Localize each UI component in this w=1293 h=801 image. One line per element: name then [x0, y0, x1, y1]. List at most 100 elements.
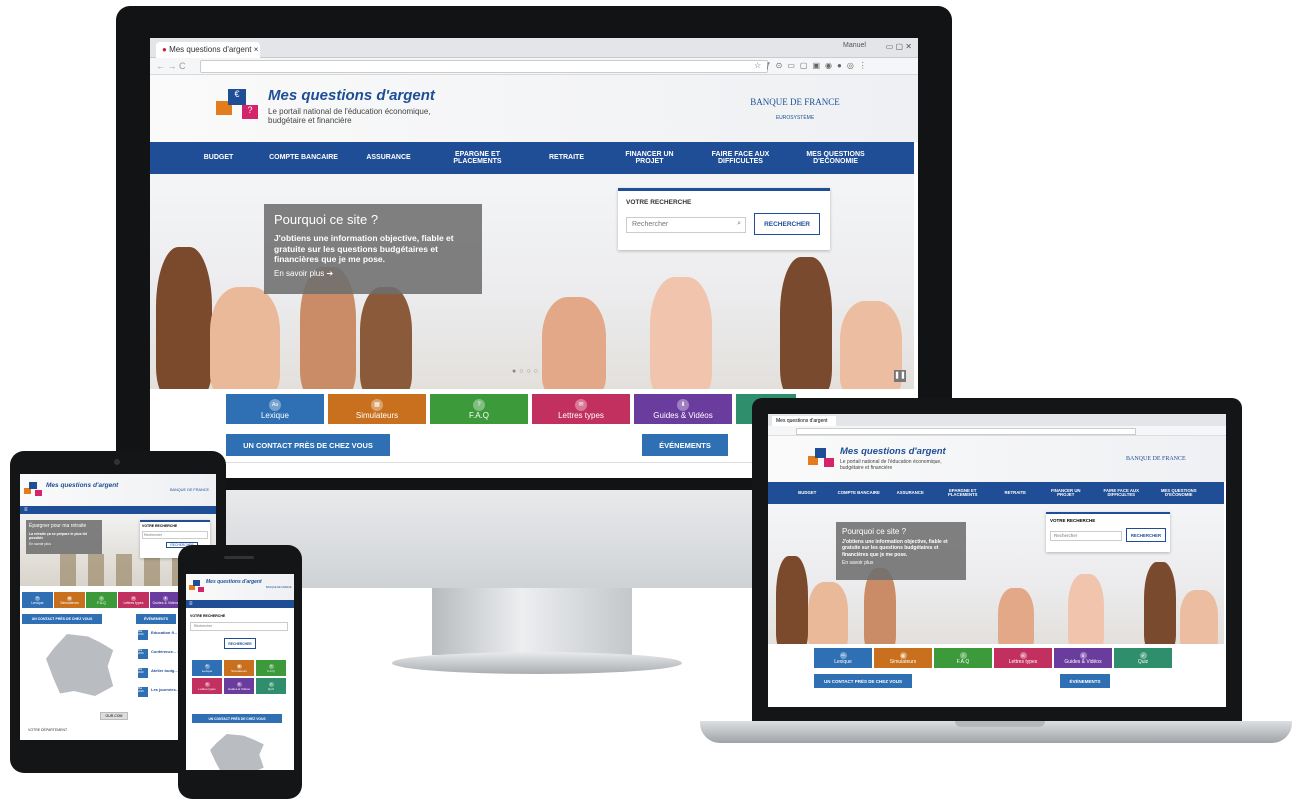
tile-lettres[interactable]: ✉ Lettres types	[532, 394, 630, 424]
phone-hamburger-icon[interactable]: ≡	[189, 601, 193, 607]
bank-logo[interactable]: BANQUE DE FRANCE EUROSYSTÈME	[740, 97, 850, 121]
nav-item-retraite[interactable]: RETRAITE	[528, 154, 605, 161]
browser-toolbar: ← → C ☆ƒ⊙▭▢▣◉●◎⋮	[150, 58, 918, 75]
laptop-tile-lexique[interactable]: Aa Lexique	[814, 648, 872, 668]
nav-item-budget[interactable]: BUDGET	[180, 154, 257, 161]
phone-logo-icon[interactable]	[189, 580, 205, 594]
laptop-letter-icon: ✉	[1019, 651, 1027, 659]
laptop-nav-assurance[interactable]: ASSURANCE	[887, 490, 934, 496]
laptop-tile-simulateurs[interactable]: ▦ Simulateurs	[874, 648, 932, 668]
bank-sub: EUROSYSTÈME	[775, 115, 815, 121]
tile-faq[interactable]: ? F.A.Q	[430, 394, 528, 424]
phone-site-title[interactable]: Mes questions d'argent	[206, 579, 262, 585]
tablet-hero-caption: Épargner pour ma retraite La retraite ça…	[26, 520, 102, 554]
nav-item-difficultes[interactable]: FAIRE FACE AUX DIFFICULTES	[694, 151, 787, 166]
phone-tile-guides[interactable]: ⬇ Guides & Vidéos	[224, 678, 254, 694]
france-map[interactable]	[46, 634, 114, 696]
laptop-events-button[interactable]: ÉVÉNEMENTS	[1060, 674, 1110, 688]
laptop-hero-more[interactable]: En savoir plus	[842, 560, 960, 566]
tablet-bank-name[interactable]: BANQUE DE FRANCE	[170, 488, 209, 492]
events-section-button[interactable]: ÉVÉNEMENTS	[642, 434, 728, 456]
nav-item-financer[interactable]: FINANCER UN PROJET	[605, 151, 694, 166]
search-button[interactable]: RECHERCHER	[754, 213, 820, 235]
laptop-tile-guides[interactable]: ⬇ Guides & Vidéos	[1054, 648, 1112, 668]
nav-arrows-icon[interactable]: ← → C	[156, 61, 186, 71]
phone-tile-quiz[interactable]: ✔ Quiz	[256, 678, 286, 694]
phone-tile-simulateurs[interactable]: ▦ Simulateurs	[224, 660, 254, 676]
search-input[interactable]: Rechercher ⌕	[626, 217, 746, 233]
tablet-tile-lettres[interactable]: ✉ Lettres types	[118, 592, 149, 608]
window-label: Manuel	[843, 42, 866, 49]
window-controls[interactable]: ▭ ▢ ✕	[886, 42, 912, 51]
laptop-address-bar[interactable]	[796, 428, 1136, 435]
laptop-nav-retraite[interactable]: RETRAITE	[992, 490, 1039, 496]
laptop-nav-financer[interactable]: FINANCER UN PROJET	[1039, 488, 1094, 498]
contact-section-button[interactable]: UN CONTACT PRÈS DE CHEZ VOUS	[226, 434, 390, 456]
nav-item-epargne[interactable]: EPARGNE ET PLACEMENTS	[427, 151, 528, 166]
phone-tile-lexique[interactable]: Aa Lexique	[192, 660, 222, 676]
arrow-circle-icon: ➔	[326, 268, 334, 278]
tablet-search-input[interactable]: Rechercher	[142, 531, 208, 539]
phone-tile-lettres[interactable]: ✉ Lettres types	[192, 678, 222, 694]
address-bar[interactable]	[200, 60, 768, 73]
laptop-tiles: Aa Lexique ▦ Simulateurs ? F.A.Q ✉ Lettres t…	[814, 648, 1172, 668]
laptop-tile-faq[interactable]: ? F.A.Q	[934, 648, 992, 668]
tablet-hero-more[interactable]: En savoir plus	[29, 542, 99, 546]
laptop-nav-difficultes[interactable]: FAIRE FACE AUX DIFFICULTES	[1093, 488, 1150, 498]
phone-contact-button[interactable]: UN CONTACT PRÈS DE CHEZ VOUS	[192, 714, 282, 723]
laptop-site-title[interactable]: Mes questions d'argent	[840, 446, 946, 457]
pause-icon[interactable]: ❚❚	[894, 370, 906, 382]
browser-tab[interactable]: ● Mes questions d'argent ×	[156, 42, 260, 58]
tablet-menu-bar[interactable]: ≡	[20, 506, 216, 514]
tablet-events-button[interactable]: ÉVÉNEMENTS	[136, 614, 176, 624]
laptop-hero[interactable]: Pourquoi ce site ? J'obtiens une informa…	[768, 504, 1224, 644]
laptop-search-input[interactable]: Rechercher	[1050, 531, 1122, 541]
tile-lexique[interactable]: Aa Lexique	[226, 394, 324, 424]
laptop-tile-quiz[interactable]: ✔ Quiz	[1114, 648, 1172, 668]
laptop-logo-icon[interactable]	[808, 446, 838, 470]
phone-menu-bar[interactable]: ≡	[186, 600, 294, 608]
tablet-map-button[interactable]: OUR.COM	[100, 712, 128, 720]
section-divider	[226, 462, 820, 463]
carousel-dots[interactable]: ●○○○	[512, 368, 541, 375]
site-logo-icon[interactable]: € ?	[216, 85, 264, 123]
tablet-tile-guides[interactable]: ⬇ Guides & Vidéos	[150, 592, 181, 608]
tile-guides[interactable]: ⬇ Guides & Vidéos	[634, 394, 732, 424]
laptop-nav-budget[interactable]: BUDGET	[784, 490, 831, 496]
site-title[interactable]: Mes questions d'argent	[268, 87, 435, 104]
phone-search-button[interactable]: RECHERCHER	[224, 638, 256, 649]
phone-search-input[interactable]: Rechercher	[190, 622, 288, 631]
phone-bank-name[interactable]: BANQUE DE FRANCE	[266, 586, 292, 589]
laptop-tabbar: Mes questions d'argent	[768, 414, 1226, 426]
extension-icons[interactable]: ☆ƒ⊙▭▢▣◉●◎⋮	[754, 61, 872, 70]
tablet-contact-button[interactable]: UN CONTACT PRÈS DE CHEZ VOUS	[22, 614, 102, 624]
laptop-bank-name[interactable]: BANQUE DE FRANCE	[1126, 456, 1186, 462]
hero-title: Pourquoi ce site ?	[274, 212, 379, 227]
laptop-tab[interactable]: Mes questions d'argent	[772, 416, 836, 426]
tablet-tile-lexique[interactable]: Aa Lexique	[22, 592, 53, 608]
hamburger-icon[interactable]: ≡	[24, 507, 28, 513]
laptop-nav-epargne[interactable]: EPARGNE ET PLACEMENTS	[934, 488, 993, 498]
nav-item-assurance[interactable]: ASSURANCE	[350, 154, 427, 161]
laptop-search-panel: VOTRE RECHERCHE Rechercher RECHERCHER	[1046, 512, 1170, 552]
hero-caption: Pourquoi ce site ? J'obtiens une informa…	[264, 204, 482, 294]
nav-item-economie[interactable]: MES QUESTIONS D'ECONOMIE	[787, 151, 884, 166]
laptop-contact-button[interactable]: UN CONTACT PRÈS DE CHEZ VOUS	[814, 674, 912, 688]
tablet-tile-simulateurs[interactable]: ▦ Simulateurs	[54, 592, 85, 608]
tablet-logo-icon[interactable]	[24, 482, 44, 500]
hero-more-link[interactable]: En savoir plus ➔	[274, 269, 472, 278]
laptop-notch	[955, 721, 1045, 727]
laptop-tile-lettres[interactable]: ✉ Lettres types	[994, 648, 1052, 668]
phone-tile-faq[interactable]: ? F.A.Q	[256, 660, 286, 676]
site-header: € ? Mes questions d'argent Le portail na…	[150, 75, 918, 142]
nav-item-compte[interactable]: COMPTE BANCAIRE	[257, 154, 350, 161]
main-nav: BUDGET COMPTE BANCAIRE ASSURANCE EPARGNE…	[150, 142, 914, 174]
laptop-nav-compte[interactable]: COMPTE BANCAIRE	[831, 490, 888, 496]
laptop-nav-economie[interactable]: MES QUESTIONS D'ECONOMIE	[1150, 488, 1209, 498]
hero-carousel[interactable]: Pourquoi ce site ? J'obtiens une informa…	[150, 174, 914, 389]
tablet-tile-faq[interactable]: ? F.A.Q	[86, 592, 117, 608]
tile-simulateurs[interactable]: ▦ Simulateurs	[328, 394, 426, 424]
tablet-site-title[interactable]: Mes questions d'argent	[46, 482, 118, 489]
phone-france-map[interactable]	[210, 734, 264, 770]
laptop-search-button[interactable]: RECHERCHER	[1126, 528, 1166, 542]
